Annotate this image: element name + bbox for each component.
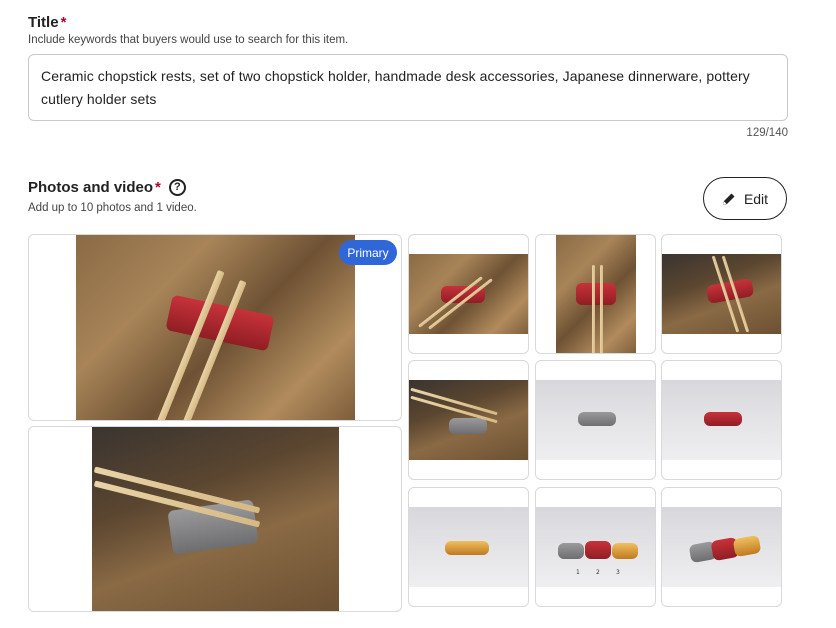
photos-label: Photos and video * ? <box>28 179 186 196</box>
photo-image <box>556 235 636 353</box>
photo-tile[interactable] <box>28 426 402 612</box>
title-help-text: Include keywords that buyers would use t… <box>28 34 349 46</box>
rest-shape <box>704 412 742 426</box>
rest-shape <box>578 412 616 426</box>
rest-shape <box>732 534 762 558</box>
photo-tile[interactable] <box>408 487 529 607</box>
required-mark: * <box>60 14 67 31</box>
photos-help-text: Add up to 10 photos and 1 video. <box>28 202 197 214</box>
number-label: 1 <box>576 569 580 576</box>
edit-label: Edit <box>743 190 769 207</box>
chopstick-shape <box>600 265 603 353</box>
photo-tile[interactable] <box>661 234 782 354</box>
title-input-value: Ceramic chopstick rests, set of two chop… <box>41 68 750 107</box>
primary-badge: Primary <box>339 240 397 265</box>
rest-shape <box>585 541 611 559</box>
character-counter: 129/140 <box>746 127 788 139</box>
pencil-icon <box>722 192 736 206</box>
rest-shape <box>558 543 584 559</box>
photo-image <box>536 380 655 460</box>
photo-image <box>92 427 339 611</box>
photo-image <box>662 254 781 334</box>
photos-label-text: Photos and video <box>28 179 154 196</box>
rest-shape <box>449 418 487 434</box>
photo-image <box>662 380 781 460</box>
required-mark: * <box>155 179 161 196</box>
photo-image <box>409 380 528 460</box>
rest-shape <box>576 283 616 305</box>
title-input[interactable]: Ceramic chopstick rests, set of two chop… <box>28 54 788 121</box>
number-label: 2 <box>596 569 600 576</box>
photo-tile[interactable]: 1 2 3 <box>535 487 656 607</box>
photo-tile[interactable] <box>408 234 529 354</box>
rest-shape <box>445 541 489 555</box>
chopstick-shape <box>592 265 595 353</box>
photo-tile[interactable] <box>535 360 656 480</box>
photo-tile[interactable] <box>661 360 782 480</box>
photo-image <box>409 254 528 334</box>
rest-shape <box>612 543 638 559</box>
photo-image <box>662 507 781 587</box>
photo-image <box>76 235 355 420</box>
title-label: Title * <box>28 14 66 31</box>
photo-image <box>409 507 528 587</box>
photo-image: 1 2 3 <box>536 507 655 587</box>
title-label-text: Title <box>28 14 59 31</box>
number-label: 3 <box>616 569 620 576</box>
photo-tile[interactable] <box>408 360 529 480</box>
edit-photos-button[interactable]: Edit <box>703 177 787 220</box>
question-circle-icon[interactable]: ? <box>168 179 186 196</box>
photo-tile[interactable] <box>535 234 656 354</box>
photo-tile[interactable] <box>661 487 782 607</box>
